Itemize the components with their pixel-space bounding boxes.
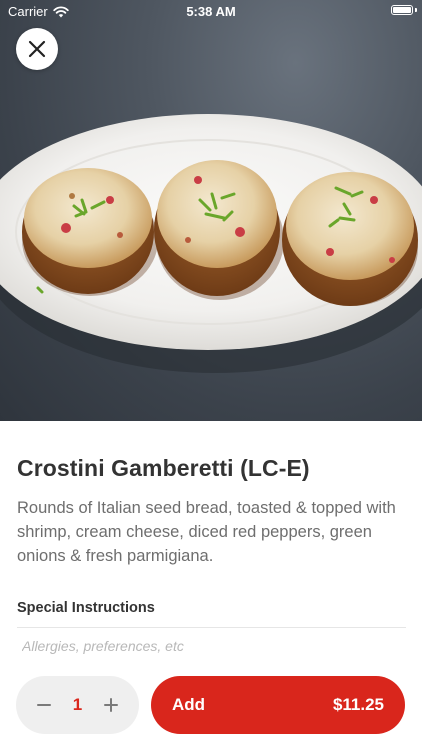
special-instructions-label: Special Instructions — [17, 600, 155, 616]
quantity-stepper: 1 — [16, 676, 139, 734]
battery-icon — [391, 5, 413, 15]
minus-icon — [37, 704, 51, 706]
battery-cap — [415, 8, 417, 12]
divider — [17, 627, 406, 628]
battery-level — [393, 7, 411, 13]
item-title: Crostini Gamberetti (LC-E) — [17, 455, 310, 481]
crostini-photo — [0, 114, 422, 373]
close-button[interactable] — [16, 28, 58, 70]
plus-icon — [104, 698, 118, 712]
increment-button[interactable] — [101, 695, 121, 715]
item-description: Rounds of Italian seed bread, toasted & … — [17, 499, 396, 565]
quantity-value: 1 — [72, 695, 83, 714]
decrement-button[interactable] — [34, 695, 54, 715]
add-to-cart-button[interactable]: Add $11.25 — [151, 676, 405, 734]
status-bar: Carrier 5:38 AM — [0, 0, 422, 22]
add-button-label: Add — [172, 695, 206, 714]
item-photo: Carrier 5:38 AM — [0, 0, 422, 421]
item-detail-screen: Carrier 5:38 AM Crostini Gamberetti (LC-… — [0, 0, 422, 750]
special-instructions-input[interactable] — [17, 633, 411, 659]
close-icon — [28, 40, 46, 58]
status-time: 5:38 AM — [186, 4, 236, 19]
add-button-price: $11.25 — [332, 695, 384, 714]
